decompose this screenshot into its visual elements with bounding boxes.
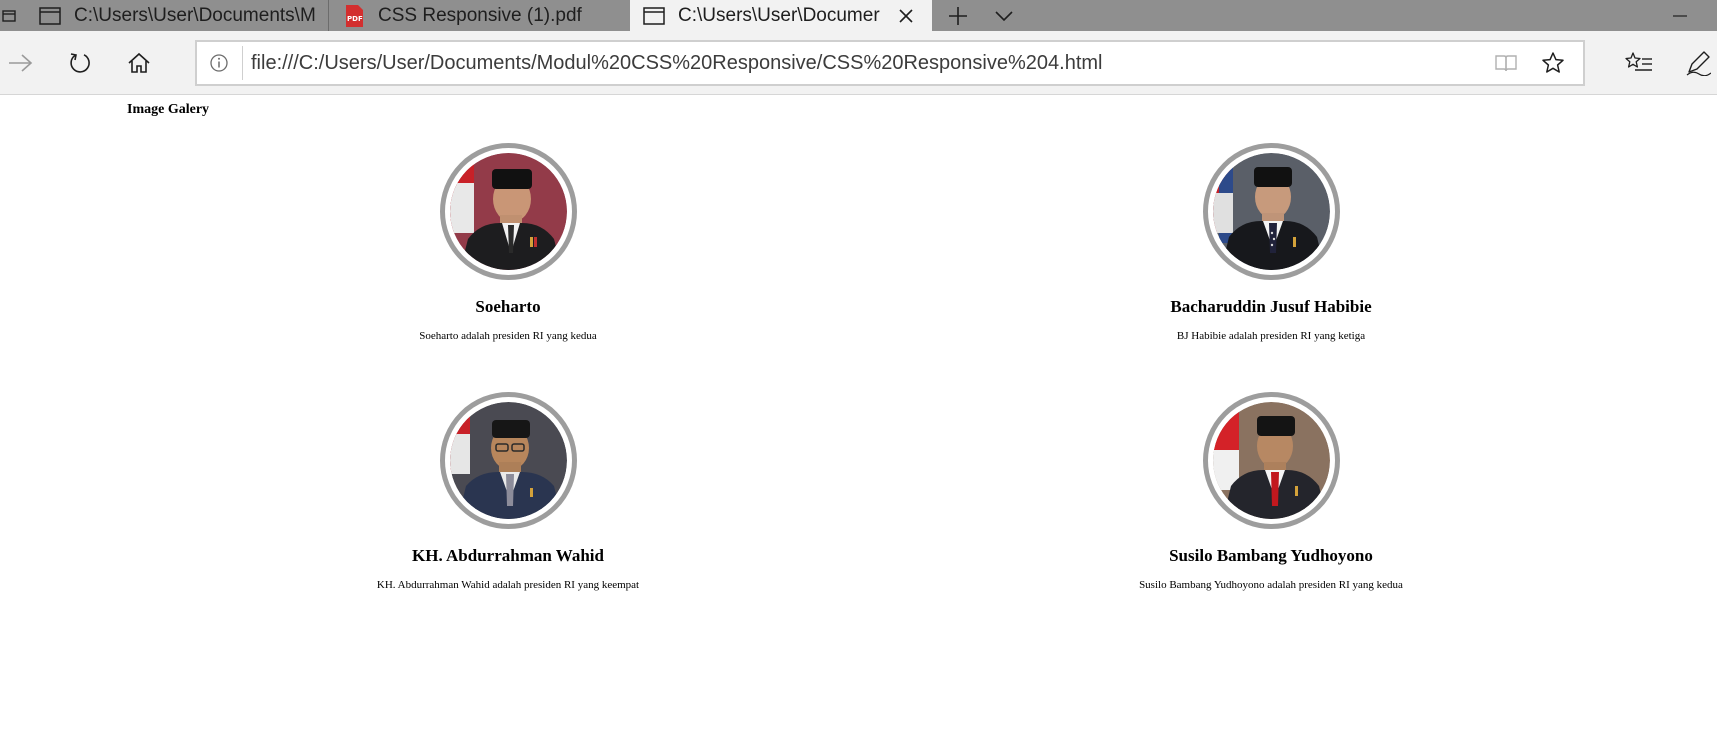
card-name: KH. Abdurrahman Wahid	[412, 546, 604, 565]
card-description: Soeharto adalah presiden RI yang kedua	[419, 330, 597, 342]
gallery-card: Bacharuddin Jusuf Habibie BJ Habibie ada…	[1021, 143, 1521, 343]
tab-title: C:\Users\User\Documents\M	[74, 4, 316, 26]
tab-active[interactable]: C:\Users\User\Documer	[630, 0, 932, 31]
close-icon	[899, 8, 913, 23]
avatar-ring	[439, 392, 577, 529]
pdf-icon: PDF	[342, 4, 366, 28]
card-description: KH. Abdurrahman Wahid adalah presiden RI…	[376, 579, 640, 591]
refresh-button[interactable]	[62, 45, 98, 81]
gallery-card: KH. Abdurrahman Wahid KH. Abdurrahman Wa…	[258, 392, 758, 592]
star-icon	[1542, 52, 1564, 73]
card-description: Susilo Bambang Yudhoyono adalah presiden…	[1139, 579, 1403, 591]
home-button[interactable]	[121, 45, 157, 81]
arrow-right-icon	[9, 54, 33, 72]
tab-overflow-button[interactable]	[0, 0, 18, 31]
tab-bar: C:\Users\User\Documents\M PDF CSS Respon…	[0, 0, 1717, 31]
pen-icon	[1686, 51, 1711, 76]
page-icon	[38, 4, 62, 28]
minimize-icon	[1673, 14, 1687, 17]
svg-text:PDF: PDF	[347, 15, 363, 23]
address-divider	[242, 46, 243, 80]
url-field[interactable]: file:///C:/Users/User/Documents/Modul%20…	[251, 42, 1102, 84]
refresh-icon	[70, 53, 90, 73]
portrait-gus-dur	[449, 402, 567, 519]
page-content: Image Galery Soeharto Soeharto adalah pr…	[0, 95, 1717, 750]
navigation-bar: file:///C:/Users/User/Documents/Modul%20…	[0, 31, 1717, 95]
card-name: Soeharto	[475, 297, 541, 316]
portrait-sby	[1212, 402, 1330, 519]
tab-title: C:\Users\User\Documer	[678, 4, 880, 26]
tab-separator	[328, 0, 329, 31]
card-description: BJ Habibie adalah presiden RI yang ketig…	[1176, 330, 1366, 342]
card-name: Susilo Bambang Yudhoyono	[1169, 546, 1373, 565]
tab-pdf[interactable]: PDF CSS Responsive (1).pdf	[330, 0, 630, 31]
avatar-ring	[439, 143, 577, 280]
favorites-list-icon	[1625, 52, 1652, 71]
gallery-card: Susilo Bambang Yudhoyono Susilo Bambang …	[1021, 392, 1521, 592]
show-tab-previews-button[interactable]	[986, 0, 1022, 31]
plus-icon	[949, 6, 967, 25]
tab-documents[interactable]: C:\Users\User\Documents\M	[18, 0, 328, 31]
reading-view-button[interactable]	[1492, 50, 1520, 76]
chevron-down-icon	[995, 10, 1013, 21]
gallery-card: Soeharto Soeharto adalah presiden RI yan…	[258, 143, 758, 343]
forward-button[interactable]	[2, 45, 38, 81]
page-icon	[642, 4, 666, 28]
add-favorite-button[interactable]	[1539, 49, 1567, 77]
info-icon[interactable]	[207, 51, 231, 75]
portrait-soeharto	[449, 153, 567, 270]
tab-title: CSS Responsive (1).pdf	[378, 4, 582, 26]
page-title: Image Galery	[127, 102, 210, 117]
portrait-habibie	[1212, 153, 1330, 270]
favorites-hub-button[interactable]	[1621, 45, 1657, 81]
home-icon	[128, 52, 150, 73]
address-bar[interactable]: file:///C:/Users/User/Documents/Modul%20…	[195, 40, 1585, 86]
card-name: Bacharuddin Jusuf Habibie	[1170, 297, 1372, 316]
web-note-button[interactable]	[1680, 45, 1716, 81]
book-icon	[1495, 55, 1517, 72]
avatar-ring	[1202, 392, 1340, 529]
new-tab-button[interactable]	[940, 0, 976, 31]
avatar-ring	[1202, 143, 1340, 280]
tab-overflow-icon	[2, 9, 16, 22]
close-tab-button[interactable]	[894, 0, 918, 31]
minimize-window-button[interactable]	[1656, 0, 1704, 31]
